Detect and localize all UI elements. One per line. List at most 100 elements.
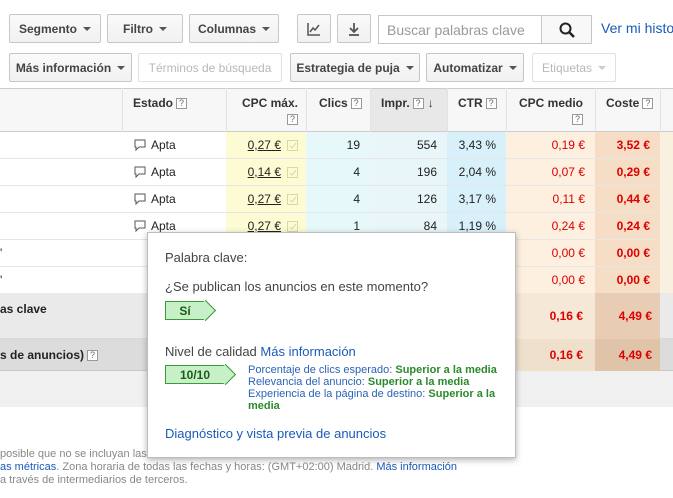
help-icon[interactable]: ? — [485, 98, 497, 110]
edit-icon[interactable] — [287, 166, 298, 178]
max-cpc-value[interactable]: 0,27 € — [248, 219, 281, 233]
help-icon[interactable]: ? — [287, 114, 298, 126]
help-icon[interactable]: ? — [350, 98, 362, 110]
row-ctr-cell: 3,43 % — [447, 132, 506, 159]
landing-value: Superior a la — [428, 388, 496, 400]
row-cost-cell: 3,52 € — [595, 132, 660, 159]
total2-label-text: s de anuncios) — [0, 348, 85, 362]
edit-icon[interactable] — [287, 193, 298, 205]
serving-status-badge: Sí — [165, 301, 205, 320]
row-avg-cpc-cell: 0,00 € — [506, 240, 595, 267]
row-keyword-cell: ' — [0, 267, 122, 294]
header-estado[interactable]: Estado? — [122, 88, 226, 132]
header-cpc-medio[interactable]: CPC medio? — [506, 88, 595, 132]
speech-bubble-icon[interactable] — [134, 139, 146, 151]
speech-bubble-icon[interactable] — [134, 220, 146, 232]
footer-more-info-link[interactable]: Más información — [376, 461, 457, 473]
row-status-cell: Apta — [122, 186, 226, 213]
columns-label: Columnas — [197, 21, 256, 36]
quality-more-info-link[interactable]: Más información — [260, 344, 355, 359]
total-row-adgroups-label: s de anuncios)? — [0, 348, 99, 362]
labels-label: Etiquetas — [541, 60, 593, 75]
quality-label: Nivel de calidad — [165, 344, 257, 359]
chevron-down-icon — [508, 65, 517, 70]
columns-button[interactable]: Columnas — [189, 14, 279, 43]
header-coste[interactable]: Coste? — [595, 88, 660, 132]
download-button[interactable] — [337, 14, 371, 43]
quality-detail-landing: Experiencia de la página de destino: Sup… — [248, 388, 508, 412]
help-icon[interactable]: ? — [412, 98, 424, 110]
bid-strategy-button[interactable]: Estrategia de puja — [290, 53, 420, 82]
row-clicks-cell: 4 — [306, 186, 370, 213]
quality-detail-relevance: Relevancia del anuncio: Superior a la me… — [248, 376, 508, 388]
footer-line-1: posible que no se incluyan las — [0, 448, 147, 460]
chevron-down-icon — [405, 65, 414, 70]
bid-strategy-label: Estrategia de puja — [296, 60, 400, 75]
header-cpc-max-label: CPC máx. — [241, 96, 298, 110]
header-estado-label: Estado — [133, 96, 174, 110]
labels-button[interactable]: Etiquetas — [532, 53, 616, 82]
automate-button[interactable]: Automatizar — [426, 53, 524, 82]
history-link[interactable]: Ver mi histo — [601, 20, 673, 36]
search-terms-button[interactable]: Términos de búsqueda — [138, 53, 282, 82]
total-cpc-medio-2-value: 0,16 € — [549, 348, 583, 362]
search-input[interactable]: Buscar palabras clave — [379, 16, 541, 43]
max-cpc-value[interactable]: 0,27 € — [248, 192, 281, 206]
search-icon — [559, 22, 575, 38]
row-keyword-cell — [0, 186, 122, 213]
more-info-label: Más información — [15, 60, 112, 75]
help-icon[interactable]: ? — [87, 350, 99, 362]
popup-keyword-label: Palabra clave: — [165, 250, 248, 265]
status-text: Apta — [151, 219, 176, 233]
speech-bubble-icon[interactable] — [134, 193, 146, 205]
automate-label: Automatizar — [433, 60, 503, 75]
header-ctr[interactable]: CTR? — [447, 88, 506, 132]
keyword-search[interactable]: Buscar palabras clave — [378, 15, 592, 44]
speech-bubble-icon[interactable] — [134, 166, 146, 178]
row-avg-cpc-cell: 0,24 € — [506, 213, 595, 240]
header-ctr-label: CTR — [458, 96, 483, 110]
header-impr-label: Impr. — [381, 96, 410, 110]
search-terms-label: Términos de búsqueda — [148, 60, 272, 75]
segment-button[interactable]: Segmento — [9, 14, 101, 43]
row-status-cell: Apta — [122, 159, 226, 186]
quality-score-text: 10/10 — [179, 367, 211, 382]
search-button[interactable] — [541, 16, 591, 43]
edit-icon[interactable] — [287, 139, 298, 151]
max-cpc-value[interactable]: 0,14 € — [248, 165, 281, 179]
more-info-button[interactable]: Más información — [9, 53, 132, 82]
header-extra — [660, 88, 673, 132]
help-icon[interactable]: ? — [572, 114, 583, 126]
filter-label: Filtro — [123, 21, 153, 36]
quality-details: Porcentaje de clics esperado: Superior a… — [248, 364, 508, 412]
ctr-value: Superior a la media — [395, 364, 497, 376]
row-avg-cpc-cell: 0,00 € — [506, 267, 595, 294]
sort-down-icon: ↓ — [427, 96, 434, 110]
chevron-down-icon — [83, 26, 91, 31]
relevance-value: Superior a la media — [367, 376, 470, 388]
row-impressions-cell: 554 — [370, 132, 447, 159]
row-cost-cell: 0,24 € — [595, 213, 660, 240]
diagnostic-preview-link[interactable]: Diagnóstico y vista previa de anuncios — [165, 426, 386, 441]
max-cpc-value[interactable]: 0,27 € — [248, 138, 281, 152]
edit-icon[interactable] — [287, 220, 298, 232]
chart-button[interactable] — [297, 14, 331, 43]
row-avg-cpc-cell: 0,11 € — [506, 186, 595, 213]
landing-label: Experiencia de la página de destino: — [248, 388, 426, 400]
header-cpc-medio-label: CPC medio — [518, 96, 583, 110]
help-icon[interactable]: ? — [642, 98, 654, 110]
filter-button[interactable]: Filtro — [107, 14, 183, 43]
header-clics[interactable]: Clics? — [306, 88, 370, 132]
extra-column-bg — [660, 132, 673, 293]
footer-metrics-link[interactable]: as métricas — [0, 461, 56, 473]
row-cost-cell: 0,00 € — [595, 267, 660, 294]
total-coste-1-value: 4,49 € — [618, 309, 652, 323]
header-coste-label: Coste — [606, 96, 640, 110]
row-impressions-cell: 126 — [370, 186, 447, 213]
keyword-status-popup: Palabra clave: ¿Se publican los anuncios… — [147, 232, 516, 458]
header-cpc-max[interactable]: CPC máx.? — [226, 88, 306, 132]
header-impr[interactable]: Impr.? ↓ — [370, 88, 447, 132]
help-icon[interactable]: ? — [176, 98, 188, 110]
landing-value-cont: media — [248, 400, 280, 412]
relevance-label: Relevancia del anuncio: — [248, 376, 365, 388]
